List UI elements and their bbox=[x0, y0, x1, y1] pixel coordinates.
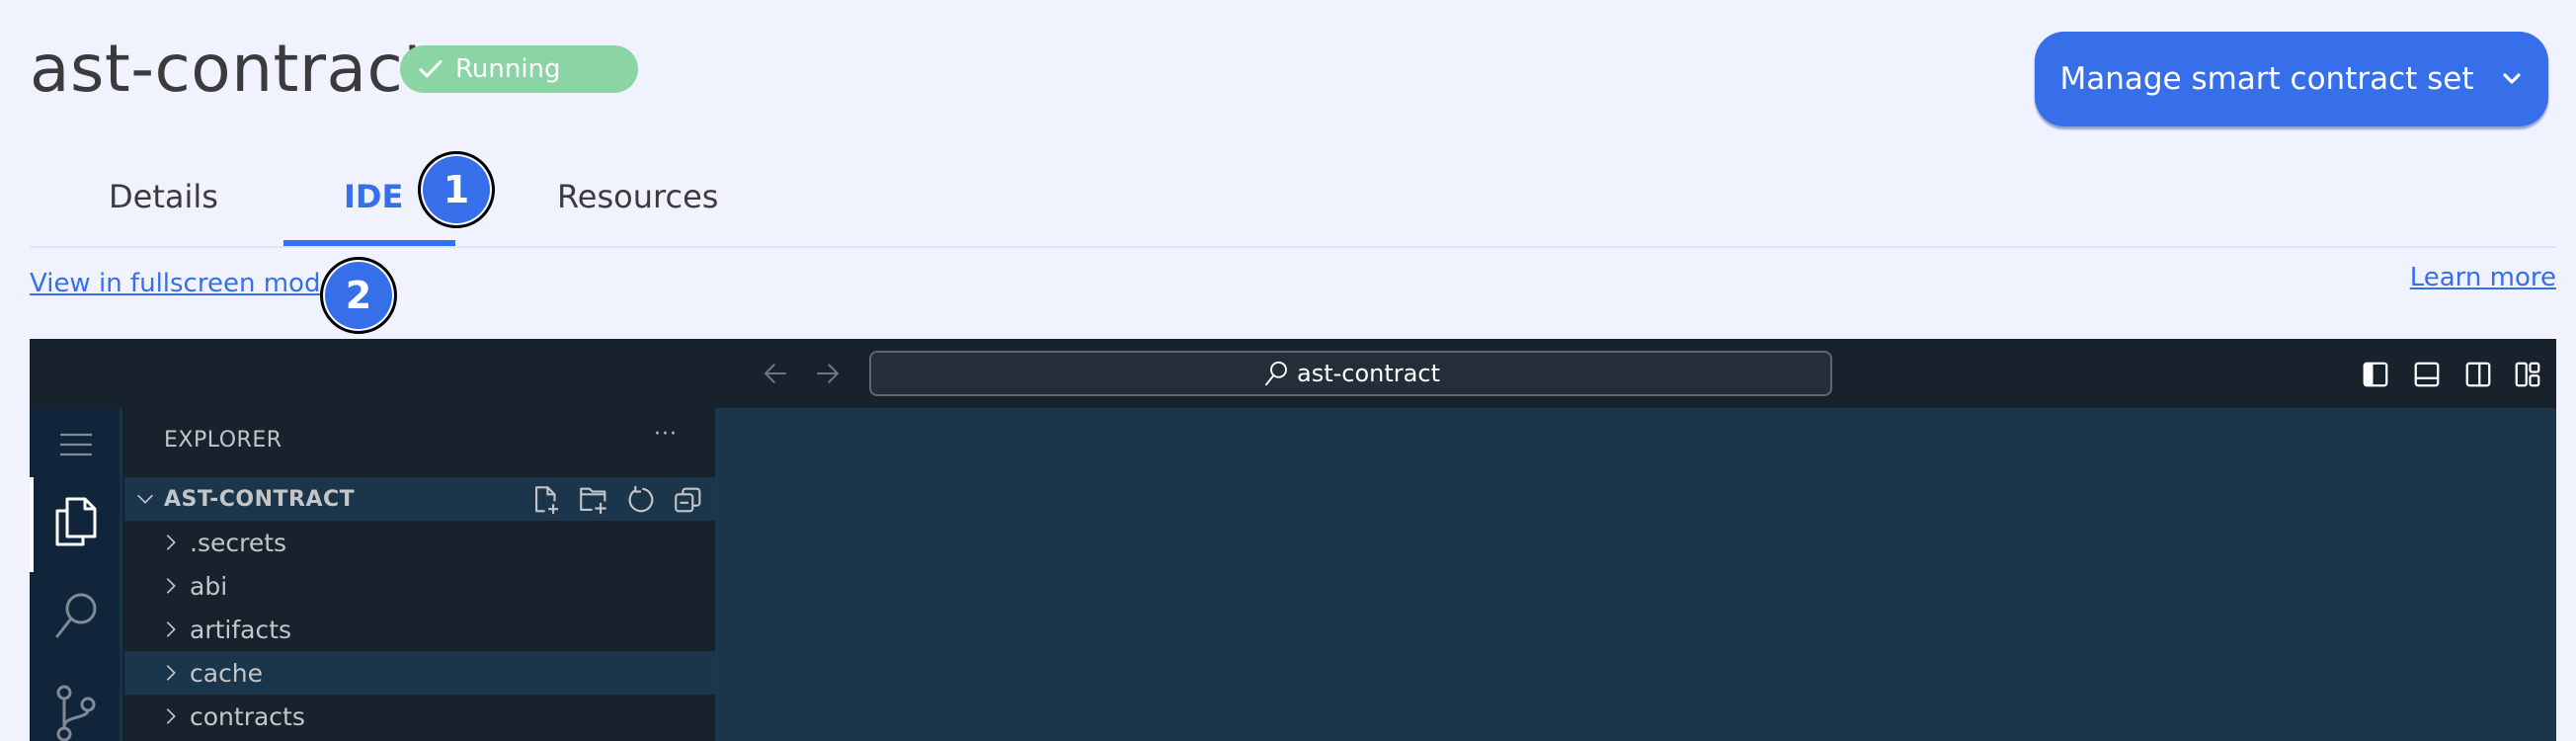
tree-item-label: artifacts bbox=[190, 615, 292, 644]
ide-frame: ast-contract EXPLORER ··· AST-CONTRACT .… bbox=[30, 339, 2556, 741]
status-badge: Running bbox=[400, 45, 638, 93]
tab-ide[interactable]: IDE bbox=[344, 174, 403, 219]
page-title: ast-contract bbox=[30, 31, 430, 107]
tree-item-label: contracts bbox=[190, 701, 305, 731]
status-label: Running bbox=[455, 54, 561, 84]
tab-separator bbox=[30, 246, 2556, 248]
folder-name: AST-CONTRACT bbox=[164, 486, 356, 512]
activity-bar bbox=[30, 408, 122, 741]
toggle-primary-sidebar-icon[interactable] bbox=[2361, 360, 2390, 389]
manage-button-label: Manage smart contract set bbox=[2059, 61, 2474, 97]
ide-titlebar: ast-contract bbox=[30, 339, 2556, 408]
folder-actions bbox=[529, 483, 705, 517]
hamburger-menu-icon bbox=[60, 433, 92, 456]
activity-search[interactable] bbox=[30, 591, 122, 640]
chevron-right-icon bbox=[166, 621, 176, 637]
new-file-icon[interactable] bbox=[529, 483, 563, 517]
toggle-secondary-sidebar-icon[interactable] bbox=[2463, 360, 2493, 389]
tree-item-label: abi bbox=[190, 571, 228, 601]
command-center-search[interactable]: ast-contract bbox=[869, 351, 1832, 396]
activity-source-control[interactable] bbox=[30, 685, 122, 741]
arrow-right-icon[interactable] bbox=[813, 359, 843, 388]
source-control-icon bbox=[56, 685, 96, 741]
editor-area[interactable] bbox=[715, 408, 2556, 741]
tree-item[interactable]: artifacts bbox=[124, 608, 715, 651]
command-center-text: ast-contract bbox=[1297, 360, 1440, 387]
new-folder-icon[interactable] bbox=[577, 483, 610, 517]
arrow-left-icon[interactable] bbox=[761, 359, 790, 388]
annotation-marker-1: 1 bbox=[418, 151, 495, 228]
annotation-marker-2: 2 bbox=[320, 257, 397, 334]
collapse-all-icon[interactable] bbox=[672, 483, 705, 517]
check-icon bbox=[419, 60, 443, 78]
activity-menu[interactable] bbox=[30, 430, 122, 459]
search-icon bbox=[1265, 361, 1287, 386]
toggle-panel-icon[interactable] bbox=[2412, 360, 2442, 389]
view-fullscreen-link[interactable]: View in fullscreen mode. bbox=[30, 269, 345, 298]
tree-item[interactable]: abi bbox=[124, 564, 715, 608]
folder-header-ast-contract[interactable]: AST-CONTRACT bbox=[124, 477, 715, 521]
tab-details[interactable]: Details bbox=[109, 174, 218, 219]
search-icon bbox=[55, 593, 97, 638]
tree-item-label: .secrets bbox=[190, 528, 287, 557]
manage-smart-contract-set-button[interactable]: Manage smart contract set bbox=[2035, 32, 2548, 126]
chevron-down-icon bbox=[137, 494, 153, 504]
customize-layout-icon[interactable] bbox=[2513, 360, 2542, 389]
chevron-right-icon bbox=[166, 665, 176, 681]
tree-item[interactable]: .secrets bbox=[124, 521, 715, 564]
tab-resources[interactable]: Resources bbox=[557, 174, 718, 219]
chevron-right-icon bbox=[166, 578, 176, 594]
learn-more-link[interactable]: Learn more bbox=[2410, 263, 2556, 292]
chevron-down-icon bbox=[2502, 73, 2521, 84]
refresh-icon[interactable] bbox=[624, 483, 658, 517]
tree-item-selected[interactable]: cache bbox=[124, 651, 715, 695]
chevron-right-icon bbox=[166, 708, 176, 724]
tree-item-label: cache bbox=[190, 658, 264, 688]
explorer-sidebar: EXPLORER ··· AST-CONTRACT .secrets abi a… bbox=[124, 408, 715, 741]
files-icon bbox=[55, 497, 97, 546]
explorer-title: EXPLORER bbox=[164, 428, 282, 453]
more-actions-icon[interactable]: ··· bbox=[654, 422, 678, 447]
chevron-right-icon bbox=[166, 535, 176, 550]
activity-explorer[interactable] bbox=[30, 497, 122, 548]
tree-item[interactable]: contracts bbox=[124, 695, 715, 738]
